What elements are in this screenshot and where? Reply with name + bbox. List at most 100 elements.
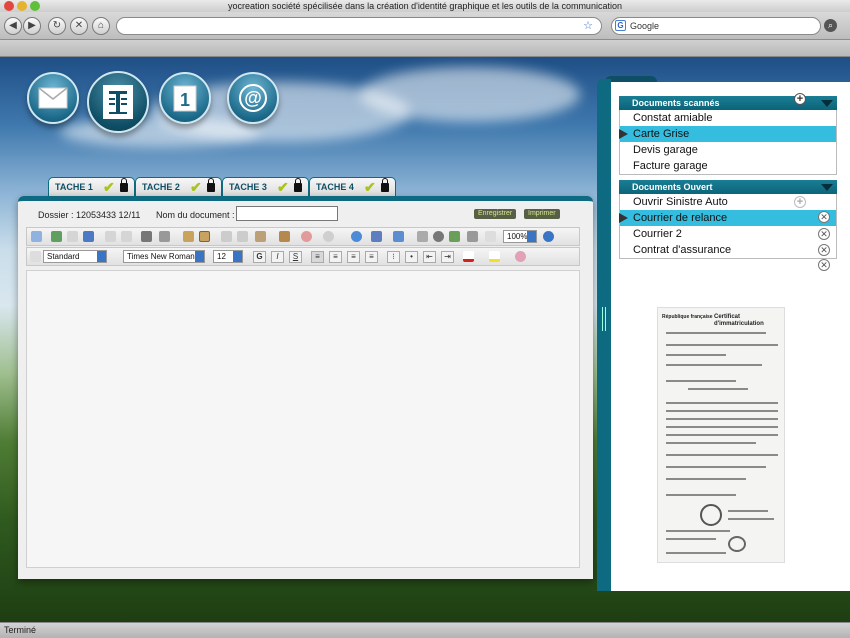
redo-icon[interactable] (323, 231, 334, 242)
tab-tache-4[interactable]: TACHE 4 ✔ (309, 177, 396, 196)
list-item-selected[interactable]: Carte Grise (619, 126, 836, 142)
calendar-app-button[interactable]: 1 (159, 72, 211, 124)
document-app-button[interactable] (87, 71, 149, 133)
style-select[interactable]: Standard (43, 250, 107, 263)
list-item[interactable]: Facture garage (620, 158, 836, 174)
home-button[interactable]: ⌂ (92, 17, 110, 35)
close-doc-icon[interactable]: ✕ (818, 244, 830, 256)
background-color-icon[interactable] (515, 251, 526, 262)
table-icon[interactable] (371, 231, 382, 242)
document-name-label: Nom du document : (156, 210, 235, 220)
align-right-button[interactable]: ≡ (347, 251, 360, 263)
export-pdf-icon[interactable] (121, 231, 132, 242)
stamp-icon (728, 536, 746, 552)
close-doc-icon[interactable]: ✕ (818, 259, 830, 271)
bookmark-star-icon[interactable]: ☆ (583, 18, 593, 34)
document-name-input[interactable] (236, 206, 338, 221)
print-preview-icon[interactable] (159, 231, 170, 242)
task-tabs: TACHE 1 ✔ TACHE 2 ✔ TACHE 3 ✔ TACHE 4 ✔ (48, 177, 396, 196)
print-icon[interactable] (141, 231, 152, 242)
pointer-arrow-icon (619, 129, 628, 139)
add-open-doc-icon[interactable]: + (794, 196, 806, 208)
add-scanned-doc-icon[interactable]: + (794, 93, 806, 105)
zoom-window-button[interactable] (30, 1, 40, 11)
list-item[interactable]: Courrier 2 (620, 226, 836, 242)
gallery-icon[interactable] (449, 231, 460, 242)
close-window-button[interactable] (4, 1, 14, 11)
magnifier-icon[interactable]: ⌕ (824, 19, 837, 32)
chevron-down-icon (195, 251, 204, 262)
url-input[interactable]: ☆ (116, 17, 602, 35)
svg-text:@: @ (244, 88, 262, 108)
styles-icon[interactable] (30, 251, 41, 262)
stop-button[interactable]: ✕ (70, 17, 88, 35)
underline-button[interactable]: S (289, 251, 302, 263)
open-docs-header[interactable]: Documents Ouvert (619, 180, 837, 194)
decrease-indent-button[interactable]: ⇤ (423, 251, 436, 263)
cut-icon[interactable] (221, 231, 232, 242)
save-icon[interactable] (83, 231, 94, 242)
hyperlink-icon[interactable] (351, 231, 362, 242)
bullets-button[interactable]: • (405, 251, 418, 263)
list-item-label: Courrier de relance (633, 212, 728, 224)
stamp-icon (700, 504, 722, 526)
tab-tache-1[interactable]: TACHE 1 ✔ (48, 177, 135, 196)
help-icon[interactable] (543, 231, 554, 242)
new-document-icon[interactable] (31, 231, 42, 242)
font-color-icon[interactable] (463, 251, 474, 262)
undo-icon[interactable] (301, 231, 312, 242)
at-sign-icon: @ (239, 84, 267, 112)
mail-app-button[interactable] (27, 72, 79, 124)
list-item[interactable]: Constat amiable (620, 110, 836, 126)
nonprinting-chars-icon[interactable] (485, 231, 496, 242)
close-doc-icon[interactable]: ✕ (818, 211, 830, 223)
print-button[interactable]: Imprimer (524, 209, 560, 219)
font-size-select[interactable]: 12 (213, 250, 243, 263)
format-paintbrush-icon[interactable] (279, 231, 290, 242)
font-select[interactable]: Times New Roman (123, 250, 205, 263)
back-button[interactable]: ◀ (4, 17, 22, 35)
document-edit-area[interactable] (26, 270, 580, 568)
draw-icon[interactable] (393, 231, 404, 242)
align-center-button[interactable]: ≡ (329, 251, 342, 263)
tab-label: TACHE 4 (316, 182, 354, 192)
panel-splitter[interactable] (597, 79, 611, 591)
bold-button[interactable]: G (253, 251, 266, 263)
list-item-selected[interactable]: Courrier de relance (619, 210, 836, 226)
align-left-button[interactable]: ≡ (311, 251, 324, 263)
tab-tache-2[interactable]: TACHE 2 ✔ (135, 177, 222, 196)
list-item[interactable]: Contrat d'assurance (620, 242, 836, 258)
data-sources-icon[interactable] (467, 231, 478, 242)
spellcheck-icon[interactable] (183, 231, 194, 242)
list-item[interactable]: Devis garage (620, 142, 836, 158)
italic-button[interactable]: I (271, 251, 284, 263)
forward-button[interactable]: ▶ (23, 17, 41, 35)
export-icon[interactable] (105, 231, 116, 242)
edit-file-icon[interactable] (67, 231, 78, 242)
increase-indent-button[interactable]: ⇥ (441, 251, 454, 263)
svg-text:1: 1 (180, 90, 190, 110)
search-input[interactable]: G Google (611, 17, 821, 35)
highlight-icon[interactable] (489, 251, 500, 262)
zoom-select[interactable]: 100% (503, 230, 537, 243)
reload-button[interactable]: ↻ (48, 17, 66, 35)
text-line (666, 466, 766, 468)
collapse-triangle-icon[interactable] (821, 100, 833, 107)
preview-header-left: République française (662, 314, 713, 320)
close-doc-icon[interactable]: ✕ (818, 228, 830, 240)
text-line (728, 518, 774, 520)
find-icon[interactable] (417, 231, 428, 242)
splitter-grip-icon[interactable] (602, 307, 606, 331)
copy-icon[interactable] (237, 231, 248, 242)
numbering-button[interactable]: ⁝ (387, 251, 400, 263)
justify-button[interactable]: ≡ (365, 251, 378, 263)
minimize-window-button[interactable] (17, 1, 27, 11)
navigator-icon[interactable] (433, 231, 444, 242)
autocheck-icon[interactable] (199, 231, 210, 242)
paste-icon[interactable] (255, 231, 266, 242)
open-icon[interactable] (51, 231, 62, 242)
collapse-triangle-icon[interactable] (821, 184, 833, 191)
web-app-button[interactable]: @ (227, 72, 279, 124)
tab-tache-3[interactable]: TACHE 3 ✔ (222, 177, 309, 196)
save-button[interactable]: Enregistrer (474, 209, 517, 219)
